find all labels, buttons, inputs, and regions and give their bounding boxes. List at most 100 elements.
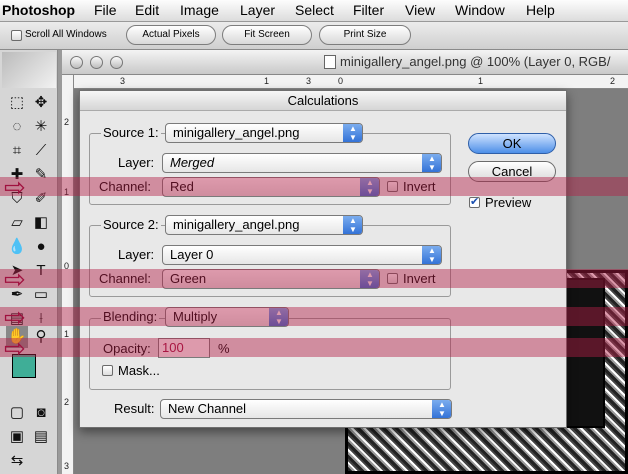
result-label: Result: <box>114 401 155 416</box>
vertical-ruler: 2 1 0 1 2 3 <box>62 75 74 474</box>
source1-layer-value: Merged <box>170 155 215 170</box>
history-brush-icon[interactable]: ✐ <box>30 188 52 210</box>
calculations-dialog: Calculations Source 1: minigallery_angel… <box>79 90 567 428</box>
quickmask-mode-icon[interactable]: ◙ <box>30 402 52 424</box>
marquee-tool-icon[interactable]: ⬚ <box>6 92 28 114</box>
source2-layer-popup[interactable]: Layer 0 ▲ ▼ <box>162 245 442 265</box>
source2-value: minigallery_angel.png <box>173 217 300 232</box>
app-menu[interactable]: Photoshop <box>2 2 75 18</box>
source2-layer-label: Layer: <box>118 247 155 262</box>
popup-arrows-icon: ▲ ▼ <box>343 124 362 142</box>
source1-channel-value: Red <box>170 179 194 194</box>
eraser-tool-icon[interactable]: ▱ <box>6 212 28 234</box>
blending-label: Blending: <box>101 309 160 324</box>
source1-channel-popup[interactable]: Red ▲ ▼ <box>162 177 380 197</box>
minimize-window-icon[interactable] <box>90 56 103 69</box>
source2-channel-value: Green <box>170 271 207 286</box>
source1-invert-checkbox[interactable] <box>387 181 398 192</box>
result-popup[interactable]: New Channel ▲ ▼ <box>160 399 452 419</box>
crop-tool-icon[interactable]: ⌗ <box>6 140 28 162</box>
blending-value: Multiply <box>173 309 218 324</box>
popup-arrows-icon: ▲ ▼ <box>422 154 441 172</box>
menu-image[interactable]: Image <box>180 2 219 18</box>
pointer-arrow-icon: ⇨ <box>4 302 26 332</box>
source1-value: minigallery_angel.png <box>173 125 300 140</box>
shape-tool-icon[interactable]: ▭ <box>30 284 52 306</box>
source2-label: Source 2: <box>101 217 161 232</box>
blur-tool-icon[interactable]: 💧 <box>6 236 28 258</box>
ok-button[interactable]: OK <box>468 133 556 154</box>
standard-mode-icon[interactable]: ▢ <box>6 402 28 424</box>
menu-filter[interactable]: Filter <box>353 2 384 18</box>
move-tool-icon[interactable]: ✥ <box>30 92 52 114</box>
lasso-tool-icon[interactable]: ◌ <box>6 116 28 138</box>
source1-channel-label: Channel: <box>99 179 152 194</box>
ruler-h-label: 1 <box>264 76 270 86</box>
type-tool-icon[interactable]: T <box>30 260 52 282</box>
pointer-arrow-icon: ⇨ <box>4 264 26 294</box>
blending-popup[interactable]: Multiply ▲ ▼ <box>165 307 289 327</box>
dialog-title: Calculations <box>80 91 566 111</box>
popup-arrows-icon: ▲ ▼ <box>432 400 451 418</box>
document-titlebar: minigallery_angel.png @ 100% (Layer 0, R… <box>62 50 628 75</box>
source2-channel-label: Channel: <box>99 271 152 286</box>
ruler-v-label: 1 <box>64 187 70 197</box>
scroll-all-checkbox[interactable] <box>11 30 22 41</box>
brush-tool-icon[interactable]: ✎ <box>30 164 52 186</box>
popup-arrows-icon: ▲ ▼ <box>360 178 379 196</box>
source2-popup[interactable]: minigallery_angel.png ▲ ▼ <box>165 215 363 235</box>
preview-checkbox[interactable]: ✔ <box>469 197 480 208</box>
pointer-arrow-icon: ⇨ <box>4 333 26 363</box>
source2-layer-value: Layer 0 <box>170 247 214 262</box>
opacity-unit: % <box>218 341 230 356</box>
menu-bar: Photoshop File Edit Image Layer Select F… <box>0 0 628 22</box>
scroll-all-label: Scroll All Windows <box>25 29 107 40</box>
close-window-icon[interactable] <box>70 56 83 69</box>
source1-popup[interactable]: minigallery_angel.png ▲ ▼ <box>165 123 363 143</box>
source2-channel-popup[interactable]: Green ▲ ▼ <box>162 269 380 289</box>
ruler-v-label: 1 <box>64 329 70 339</box>
horizontal-ruler: 3 1 3 0 1 2 <box>74 75 628 89</box>
ruler-h-label: 3 <box>120 76 126 86</box>
source1-layer-popup[interactable]: Merged ▲ ▼ <box>162 153 442 173</box>
menu-select[interactable]: Select <box>295 2 334 18</box>
menu-help[interactable]: Help <box>526 2 555 18</box>
zoom-tool-icon[interactable]: ⚲ <box>30 326 52 348</box>
menu-view[interactable]: View <box>405 2 435 18</box>
dodge-tool-icon[interactable]: ● <box>30 236 52 258</box>
opacity-label: Opacity: <box>103 341 151 356</box>
ruler-v-label: 2 <box>64 117 70 127</box>
ruler-h-label: 1 <box>478 76 484 86</box>
fit-screen-button[interactable]: Fit Screen <box>222 25 312 45</box>
menu-edit[interactable]: Edit <box>135 2 159 18</box>
menu-layer[interactable]: Layer <box>240 2 275 18</box>
magic-wand-icon[interactable]: ✳ <box>30 116 52 138</box>
imageready-icon[interactable]: ⇆ <box>6 450 28 472</box>
opacity-input[interactable]: 100 <box>158 338 210 358</box>
popup-arrows-icon: ▲ ▼ <box>360 270 379 288</box>
ruler-v-label: 0 <box>64 261 70 271</box>
preview-label: Preview <box>485 195 532 210</box>
source1-layer-label: Layer: <box>118 155 155 170</box>
print-size-button[interactable]: Print Size <box>319 25 411 45</box>
gradient-tool-icon[interactable]: ◧ <box>30 212 52 234</box>
cancel-button[interactable]: Cancel <box>468 161 556 182</box>
source2-invert-checkbox[interactable] <box>387 273 398 284</box>
zoom-window-icon[interactable] <box>110 56 123 69</box>
menu-file[interactable]: File <box>94 2 117 18</box>
source1-invert-label: Invert <box>403 179 436 194</box>
file-proxy-icon <box>324 55 336 69</box>
document-title: minigallery_angel.png @ 100% (Layer 0, R… <box>340 54 611 69</box>
options-bar: Scroll All Windows Actual Pixels Fit Scr… <box>0 22 628 50</box>
screen-mode-icon[interactable]: ▣ <box>6 426 28 448</box>
actual-pixels-button[interactable]: Actual Pixels <box>126 25 216 45</box>
fullscreen-mode-icon[interactable]: ▤ <box>30 426 52 448</box>
slice-tool-icon[interactable]: ⟋ <box>30 140 52 162</box>
mask-label[interactable]: Mask... <box>118 363 160 378</box>
ruler-h-label: 0 <box>338 76 344 86</box>
mask-checkbox[interactable] <box>102 365 113 376</box>
source1-label: Source 1: <box>101 125 161 140</box>
source2-invert-label: Invert <box>403 271 436 286</box>
menu-window[interactable]: Window <box>455 2 505 18</box>
ruler-h-label: 2 <box>610 76 616 86</box>
